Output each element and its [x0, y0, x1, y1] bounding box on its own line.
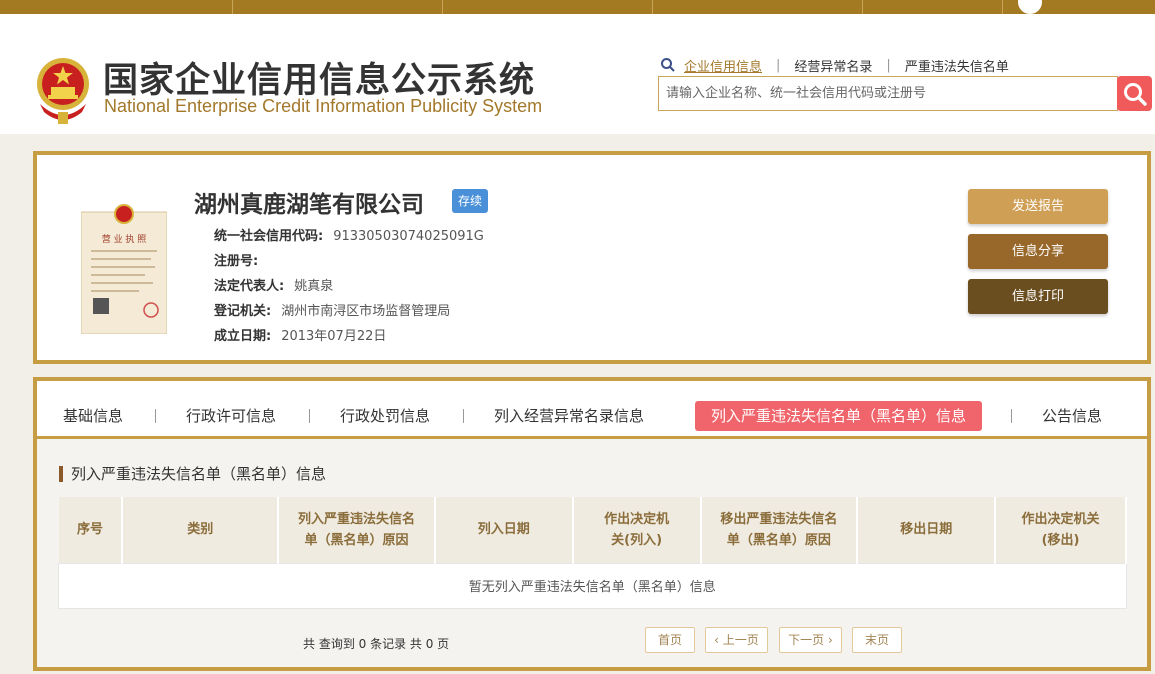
top-nav-bar [0, 0, 1155, 14]
info-tabs: 基础信息 行政许可信息 行政处罚信息 列入经营异常名录信息 列入严重违法失信名单… [37, 381, 1147, 439]
tab-divider: | [886, 57, 891, 73]
search-tab-blacklist[interactable]: 严重违法失信名单 [905, 56, 1009, 75]
col-header: 列入日期 [434, 497, 574, 563]
col-header: 类别 [122, 497, 280, 563]
search-box [658, 76, 1118, 111]
chevron-left-icon: ‹ [714, 633, 723, 647]
field-label: 成立日期: [214, 329, 272, 344]
col-header: 移出严重违法失信名单（黑名单）原因 [700, 497, 859, 563]
site-header: 国家企业信用信息公示系统 National Enterprise Credit … [0, 14, 1155, 134]
user-avatar-icon[interactable] [1018, 0, 1042, 14]
search-tab-abnormal[interactable]: 经营异常名录 [794, 56, 872, 75]
col-header: 序号 [58, 497, 124, 563]
empty-message: 暂无列入严重违法失信名单（黑名单）信息 [58, 562, 1127, 609]
section-title: 列入严重违法失信名单（黑名单）信息 [59, 466, 326, 482]
field-label: 统一社会信用代码: [214, 229, 324, 244]
field-label: 法定代表人: [214, 279, 285, 294]
tab-divider: | [776, 57, 781, 73]
tab-divider [1011, 409, 1012, 423]
national-emblem-icon [37, 58, 89, 124]
search-button[interactable] [1117, 76, 1152, 111]
next-label: 下一页 [788, 633, 825, 647]
info-row-credit-code: 统一社会信用代码: 91330503074025091G [214, 225, 484, 244]
tab-announcements[interactable]: 公告信息 [1042, 401, 1102, 431]
next-page-button[interactable]: 下一页 › [779, 627, 842, 653]
info-row-reg-no: 注册号: [214, 250, 268, 269]
info-row-founded: 成立日期: 2013年07月22日 [214, 325, 386, 344]
first-page-button[interactable]: 首页 [645, 627, 695, 653]
tab-blacklist[interactable]: 列入严重违法失信名单（黑名单）信息 [695, 401, 983, 431]
prev-page-button[interactable]: ‹ 上一页 [705, 627, 768, 653]
share-info-button[interactable]: 信息分享 [968, 234, 1108, 269]
site-subtitle: National Enterprise Credit Information P… [104, 96, 543, 116]
nav-divider [232, 0, 233, 14]
tab-divider [463, 409, 464, 423]
svg-text:营 业 执 照: 营 业 执 照 [102, 233, 147, 245]
field-value: 湖州市南浔区市场监督管理局 [281, 304, 451, 319]
field-label: 登记机关: [214, 304, 272, 319]
detail-card: 基础信息 行政许可信息 行政处罚信息 列入经营异常名录信息 列入严重违法失信名单… [33, 377, 1151, 671]
business-license-image[interactable]: 营 业 执 照 [81, 198, 167, 334]
field-value: 2013年07月22日 [281, 329, 387, 344]
tab-admin-penalty[interactable]: 行政处罚信息 [340, 401, 430, 431]
nav-divider [442, 0, 443, 14]
tab-divider [155, 409, 156, 423]
col-header: 列入严重违法失信名单（黑名单）原因 [278, 497, 436, 563]
search-icon [661, 58, 675, 72]
field-label: 注册号: [214, 254, 259, 269]
tab-admin-license[interactable]: 行政许可信息 [186, 401, 276, 431]
tab-divider [309, 409, 310, 423]
col-header: 移出日期 [857, 497, 997, 563]
status-badge: 存续 [452, 189, 489, 213]
nav-divider [862, 0, 863, 14]
table-header-row: 序号 类别 列入严重违法失信名单（黑名单）原因 列入日期 作出决定机关(列入) … [58, 497, 1127, 563]
col-header: 作出决定机关(移出) [995, 497, 1127, 563]
magnifier-icon [1123, 82, 1147, 106]
tab-abnormal-list[interactable]: 列入经营异常名录信息 [494, 401, 644, 431]
tab-basic-info[interactable]: 基础信息 [63, 401, 123, 431]
blacklist-table: 序号 类别 列入严重违法失信名单（黑名单）原因 列入日期 作出决定机关(列入) … [58, 497, 1127, 609]
send-report-button[interactable]: 发送报告 [968, 189, 1108, 224]
company-name: 湖州真鹿湖笔有限公司 [194, 192, 424, 218]
prev-label: 上一页 [722, 633, 759, 647]
info-row-legal-rep: 法定代表人: 姚真泉 [214, 275, 333, 294]
table-row: 暂无列入严重违法失信名单（黑名单）信息 [58, 562, 1127, 609]
company-summary-card: 营 业 执 照 湖州真鹿湖笔有限公司 存续 统一社会信用代码: 913305030… [33, 151, 1151, 364]
nav-divider [652, 0, 653, 14]
print-info-button[interactable]: 信息打印 [968, 279, 1108, 314]
search-type-tabs: 企业信用信息 | 经营异常名录 | 严重违法失信名单 [660, 56, 1009, 75]
nav-divider [1002, 0, 1003, 14]
col-header: 作出决定机关(列入) [572, 497, 702, 563]
search-tab-credit[interactable]: 企业信用信息 [684, 56, 762, 75]
search-input[interactable] [659, 77, 1117, 110]
chevron-right-icon: › [824, 633, 833, 647]
pager-summary: 共 查询到 0 条记录 共 0 页 [303, 637, 450, 651]
last-page-button[interactable]: 末页 [852, 627, 902, 653]
field-value: 91330503074025091G [333, 229, 484, 244]
field-value: 姚真泉 [294, 279, 334, 294]
info-row-authority: 登记机关: 湖州市南浔区市场监督管理局 [214, 300, 450, 319]
